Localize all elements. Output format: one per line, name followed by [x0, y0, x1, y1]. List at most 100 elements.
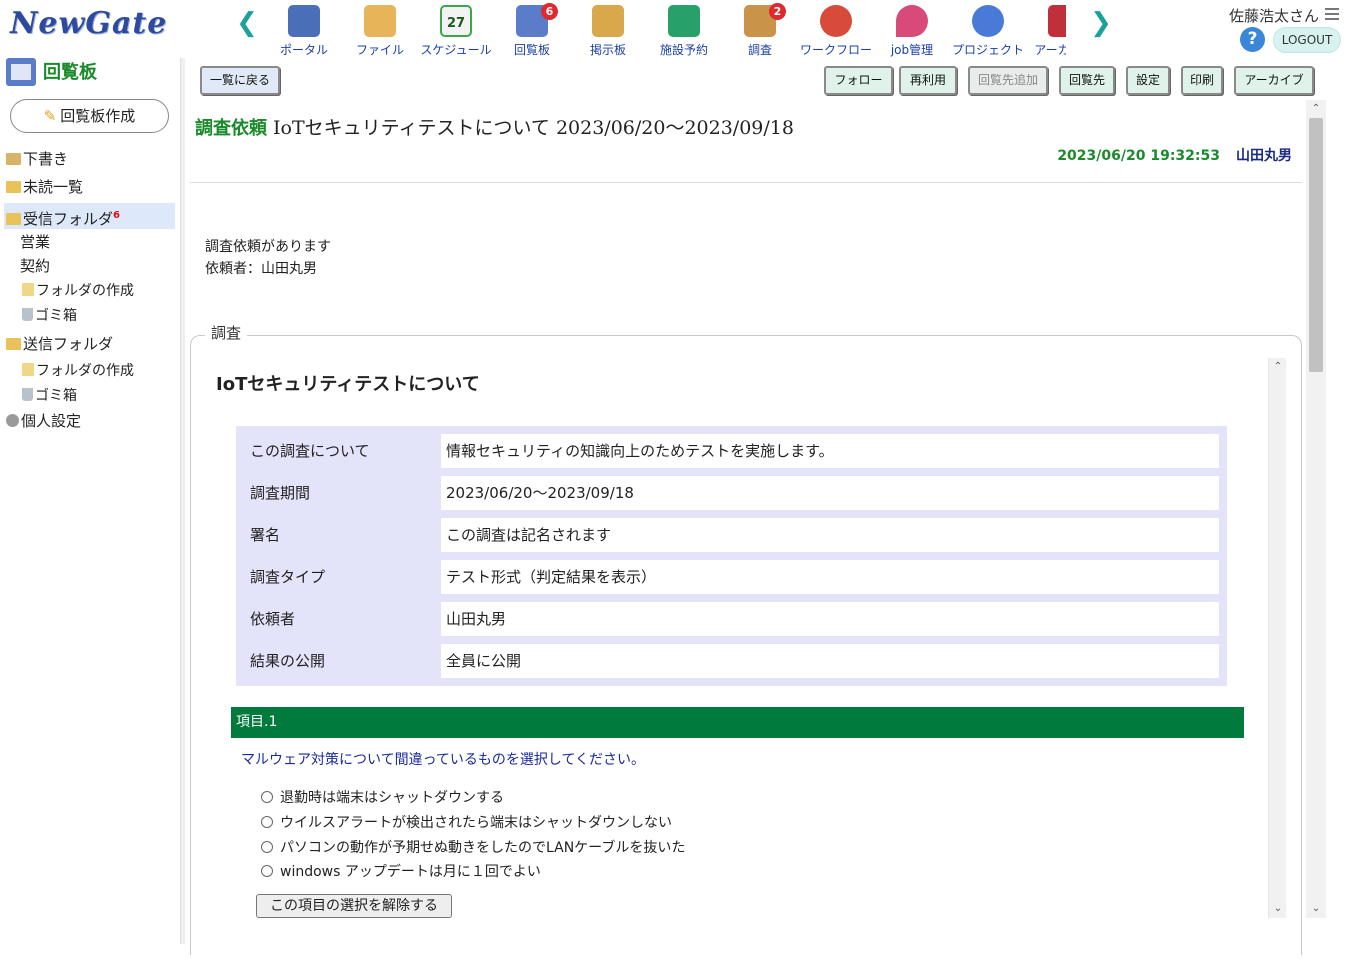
survey-section-legend: 調査 [205, 322, 248, 343]
scroll-down-icon[interactable]: ⌄ [1269, 900, 1287, 918]
survey-info-row: 依頼者 山田丸男 [240, 598, 1219, 640]
app-portal-button[interactable]: ポータル [266, 2, 342, 58]
message-kind: 調査依頼 [195, 118, 267, 139]
divider [190, 182, 1302, 183]
option-label: ウイルスアラートが検出されたら端末はシャットダウンしない [280, 815, 672, 831]
app-label: ファイル [355, 43, 404, 57]
survey-heading: IoTセキュリティテストについて [216, 374, 480, 395]
survey-info-key: 結果の公開 [250, 652, 326, 670]
question-option[interactable]: ウイルスアラートが検出されたら端末はシャットダウンしない [261, 812, 672, 832]
sidebar-item-sent-new-folder[interactable]: フォルダの作成 [22, 360, 134, 382]
app-bulletin-button[interactable]: 掲示板 [570, 2, 646, 58]
option-label: 退勤時は端末はシャットダウンする [280, 790, 504, 806]
app-file-button[interactable]: ファイル [342, 2, 418, 58]
new-folder-icon [22, 283, 34, 296]
inbox-unread-count: 6 [113, 210, 120, 221]
radio-button[interactable] [261, 816, 273, 828]
sidebar-item-label: 個人設定 [21, 412, 82, 430]
sidebar-item-sales[interactable]: 営業 [20, 231, 50, 253]
sidebar-item-inbox[interactable]: 受信フォルダ6 [4, 203, 175, 229]
recipients-button[interactable]: 回覧先 [1059, 66, 1115, 95]
trash-icon [22, 388, 33, 401]
unread-badge: 6 [541, 3, 558, 20]
sidebar-item-drafts[interactable]: 下書き [6, 148, 68, 170]
sidebar-item-sent-trash[interactable]: ゴミ箱 [22, 385, 77, 407]
message-title: 調査依頼 IoTセキュリティテストについて 2023/06/20～2023/09/… [195, 113, 794, 140]
question-option[interactable]: windows アップデートは月に１回でよい [261, 861, 541, 881]
user-name[interactable]: 佐藤浩太さん [1229, 5, 1319, 26]
sidebar-item-personal-settings[interactable]: 個人設定 [6, 410, 81, 432]
sidebar-item-unread[interactable]: 未読一覧 [6, 176, 83, 198]
sidebar-title-text: 回覧板 [43, 62, 97, 83]
survey-info-value: この調査は記名されます [441, 518, 1219, 552]
sidebar-item-label: 下書き [23, 150, 69, 168]
survey-info-value: 2023/06/20～2023/09/18 [441, 476, 1219, 510]
app-project-button[interactable]: プロジェクト [950, 2, 1026, 58]
survey-info-row: 結果の公開 全員に公開 [240, 640, 1219, 682]
survey-info-row: 調査期間 2023/06/20～2023/09/18 [240, 472, 1219, 514]
newgate-logo[interactable]: NewGate [10, 6, 167, 41]
question-option[interactable]: 退勤時は端末はシャットダウンする [261, 787, 504, 807]
inbox-folder-icon [6, 213, 21, 225]
sidebar-item-inbox-trash[interactable]: ゴミ箱 [22, 305, 77, 327]
hamburger-menu-icon[interactable] [1325, 8, 1339, 22]
clear-selection-button[interactable]: この項目の選択を解除する [256, 894, 452, 918]
survey-info-table: この調査について 情報セキュリティの知識向上のためテストを実施します。 調査期間… [236, 426, 1227, 686]
logout-button[interactable]: LOGOUT [1273, 27, 1341, 53]
main-scrollbar[interactable]: ⌃ ⌄ [1306, 100, 1326, 918]
message-author[interactable]: 山田丸男 [1236, 148, 1292, 164]
project-network-icon [972, 5, 1004, 37]
app-header: NewGate ❮ ポータル ファイル 27 スケジュール 6 回覧板 掲示板 [0, 0, 1347, 58]
sidebar-item-label: ゴミ箱 [35, 388, 77, 404]
survey-scrollbar[interactable]: ⌃ ⌄ [1268, 358, 1286, 918]
radio-button[interactable] [261, 865, 273, 877]
follow-button[interactable]: フォロー [824, 66, 893, 95]
scroll-up-icon[interactable]: ⌃ [1306, 100, 1326, 118]
sidebar-item-inbox-new-folder[interactable]: フォルダの作成 [22, 280, 134, 302]
sidebar-item-sent[interactable]: 送信フォルダ [6, 333, 113, 355]
app-job-button[interactable]: job管理 [874, 2, 950, 58]
add-recipient-button[interactable]: 回覧先追加 [968, 66, 1048, 95]
scroll-up-icon[interactable]: ⌃ [1269, 358, 1287, 376]
question-option[interactable]: パソコンの動作が予期せぬ動きをしたのでLANケーブルを抜いた [261, 837, 685, 857]
archive-button[interactable]: アーカイブ [1234, 66, 1314, 95]
survey-info-key: 依頼者 [250, 610, 296, 628]
radio-button[interactable] [261, 791, 273, 803]
option-label: windows アップデートは月に１回でよい [280, 864, 541, 880]
app-schedule-button[interactable]: 27 スケジュール [418, 2, 494, 58]
app-label: 調査 [747, 43, 772, 57]
app-strip-prev-button[interactable]: ❮ [236, 8, 258, 38]
pencil-icon: ✎ [43, 107, 57, 125]
app-label: アーカイブ [1034, 43, 1066, 57]
sidebar-item-contract[interactable]: 契約 [20, 255, 50, 277]
back-to-list-button[interactable]: 一覧に戻る [200, 66, 280, 95]
archive-binders-icon [1048, 5, 1066, 37]
sidebar-splitter[interactable] [180, 58, 185, 944]
settings-button[interactable]: 設定 [1126, 66, 1170, 95]
create-circular-button[interactable]: ✎ 回覧板作成 [10, 99, 169, 133]
message-meta: 2023/06/20 19:32:53 山田丸男 [1057, 145, 1292, 165]
question-text: マルウェア対策について間違っているものを選択してください。 [241, 752, 646, 768]
app-label: job管理 [890, 43, 934, 57]
app-workflow-button[interactable]: ワークフロー [798, 2, 874, 58]
message-body: 調査依頼があります 依頼者：山田丸男 [205, 236, 331, 280]
app-archive-button[interactable]: アーカイブ [1026, 2, 1066, 58]
message-title-text: IoTセキュリティテストについて 2023/06/20～2023/09/18 [273, 117, 794, 139]
app-circular-button[interactable]: 6 回覧板 [494, 2, 570, 58]
app-strip-next-button[interactable]: ❯ [1090, 8, 1112, 38]
radio-button[interactable] [261, 841, 273, 853]
bulletin-board-icon [592, 5, 624, 37]
print-button[interactable]: 印刷 [1181, 66, 1223, 95]
scroll-down-icon[interactable]: ⌄ [1306, 900, 1326, 918]
app-survey-button[interactable]: 2 調査 [722, 2, 798, 58]
sidebar-item-label: 受信フォルダ [23, 210, 114, 228]
survey-clipboard-icon: 2 [744, 3, 786, 37]
scrollbar-thumb[interactable] [1309, 118, 1323, 372]
help-icon[interactable]: ? [1240, 27, 1265, 52]
main-content: 一覧に戻る フォロー 再利用 回覧先追加 回覧先 設定 印刷 アーカイブ 調査依… [186, 58, 1327, 955]
sidebar-item-label: ゴミ箱 [35, 308, 77, 324]
create-circular-label: 回覧板作成 [60, 107, 136, 125]
reuse-button[interactable]: 再利用 [899, 66, 957, 95]
app-facility-button[interactable]: 施設予約 [646, 2, 722, 58]
facility-icon [668, 5, 700, 37]
